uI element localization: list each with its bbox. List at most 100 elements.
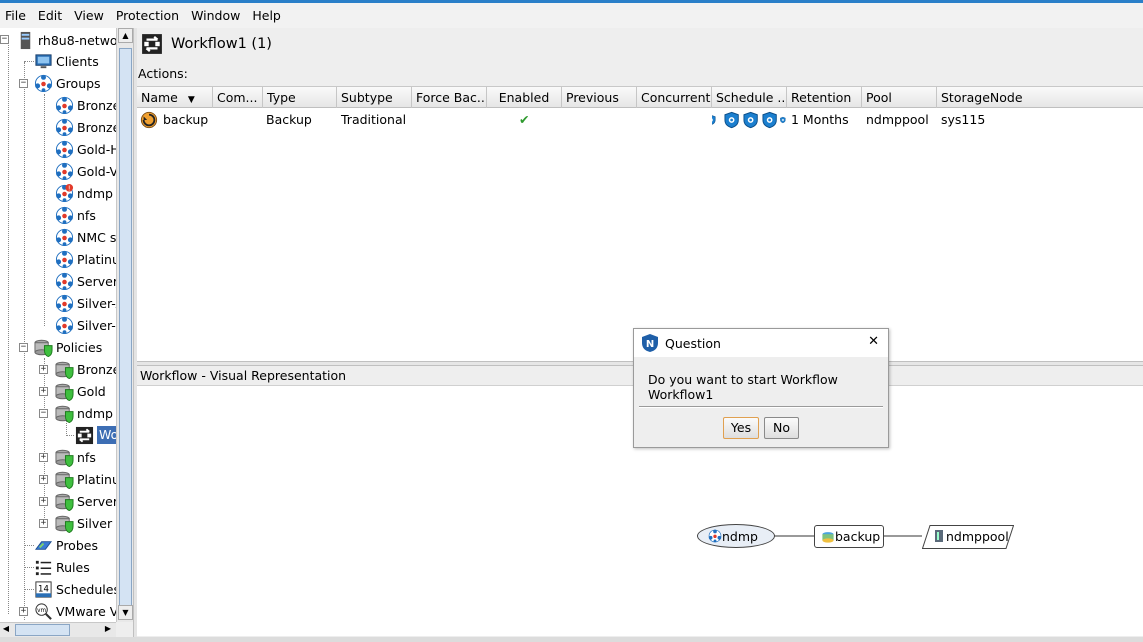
- tree-item-schedules[interactable]: 14 Schedules: [34, 578, 116, 600]
- tree-horizontal-scrollbar[interactable]: ◀ ▶: [0, 622, 116, 637]
- table-row[interactable]: backup: [140, 110, 208, 130]
- tree-root[interactable]: rh8u8-network: [16, 29, 116, 51]
- group-icon: [34, 74, 53, 93]
- tree-item-policies[interactable]: Policies: [34, 336, 102, 358]
- column-name[interactable]: Name ▼: [137, 87, 213, 108]
- tree-item-group-silver-f[interactable]: Silver-F: [55, 314, 116, 336]
- menu-window[interactable]: Window: [186, 3, 247, 28]
- menu-file[interactable]: File: [0, 3, 33, 28]
- menu-edit[interactable]: Edit: [33, 3, 69, 28]
- navigation-tree: − rh8u8-network Clients − Groups Bronze …: [0, 28, 116, 622]
- actions-label: Actions:: [138, 66, 188, 81]
- menu-protection[interactable]: Protection: [111, 3, 186, 28]
- tree-item-group-bronze-1[interactable]: Bronze: [55, 94, 116, 116]
- tree-item-group-server[interactable]: Server: [55, 270, 116, 292]
- column-previous[interactable]: Previous: [562, 87, 637, 108]
- database-shield-icon: [55, 404, 74, 423]
- tree-item-clients[interactable]: Clients: [34, 50, 99, 72]
- tree-item-group-nfs[interactable]: nfs: [55, 204, 96, 226]
- status-strip: [0, 637, 1143, 642]
- dialog-separator: [639, 406, 883, 408]
- monitor-icon: [35, 53, 52, 68]
- tree-item-policy-ndmp[interactable]: ndmp: [55, 402, 113, 424]
- workflow-icon: [141, 33, 163, 55]
- pool-icon: [935, 530, 943, 542]
- schedule-shield-icon: [712, 111, 722, 129]
- tree-item-policy-silver[interactable]: Silver: [55, 512, 112, 534]
- tree-item-workflow1[interactable]: Wo: [75, 424, 116, 446]
- tree-item-group-gold-v[interactable]: Gold-V: [55, 160, 116, 182]
- dialog-titlebar[interactable]: N Question ✕: [634, 329, 888, 357]
- column-force-backup[interactable]: Force Bac...: [412, 87, 487, 108]
- tree-item-policy-gold[interactable]: Gold: [55, 380, 106, 402]
- workflow-node-pool[interactable]: ndmppool: [922, 525, 1014, 549]
- scroll-left-arrow-icon[interactable]: ◀: [0, 624, 12, 633]
- scrollbar-thumb[interactable]: [119, 48, 132, 610]
- group-icon: [55, 294, 74, 313]
- tree-item-policy-platinum[interactable]: Platinu: [55, 468, 116, 490]
- server-icon: [20, 31, 31, 49]
- svg-text:N: N: [646, 339, 654, 350]
- column-pool[interactable]: Pool: [862, 87, 937, 108]
- column-comment[interactable]: Com...: [213, 87, 263, 108]
- svg-text:vm: vm: [37, 607, 46, 613]
- actions-table: Name ▼ Com... Type Subtype Force Bac... …: [137, 86, 1143, 361]
- tree-item-policy-nfs[interactable]: nfs: [55, 446, 96, 468]
- tree-item-probes[interactable]: Probes: [34, 534, 98, 556]
- column-subtype[interactable]: Subtype: [337, 87, 412, 108]
- workflow-title: Workflow1 (1): [141, 31, 272, 57]
- scroll-right-arrow-icon[interactable]: ▶: [102, 624, 114, 633]
- group-icon: [55, 250, 74, 269]
- calendar-icon: 14: [35, 580, 52, 598]
- menu-view[interactable]: View: [69, 3, 111, 28]
- dialog-message: Do you want to start Workflow Workflow1: [648, 372, 838, 402]
- backup-action-icon: [140, 111, 158, 129]
- column-storage-node[interactable]: StorageNode: [937, 87, 1143, 108]
- tree-item-group-nmc[interactable]: NMC s: [55, 226, 116, 248]
- schedule-shield-icon: [743, 111, 758, 129]
- scroll-down-arrow-icon[interactable]: ▼: [118, 605, 133, 620]
- workflow-icon: [75, 426, 94, 445]
- sort-down-icon: ▼: [187, 95, 195, 105]
- tree-item-group-bronze-2[interactable]: Bronze: [55, 116, 116, 138]
- yes-button[interactable]: Yes: [723, 417, 759, 439]
- tree-item-groups[interactable]: Groups: [34, 72, 101, 94]
- tree-item-vmware[interactable]: vm VMware Vi: [34, 600, 116, 622]
- database-shield-icon: [55, 470, 74, 489]
- tree-vertical-scrollbar[interactable]: ▲ ▼: [116, 28, 133, 622]
- tree-item-policy-bronze[interactable]: Bronze: [55, 358, 116, 380]
- enabled-check-icon: ✔: [519, 112, 530, 127]
- workflow-node-action[interactable]: backup: [814, 525, 884, 548]
- app-logo-icon: N: [642, 334, 658, 352]
- group-icon: [55, 206, 74, 225]
- hscrollbar-thumb[interactable]: [15, 624, 70, 636]
- column-schedule[interactable]: Schedule ...: [712, 87, 787, 108]
- tree-item-rules[interactable]: Rules: [34, 556, 90, 578]
- tree-item-group-platinum[interactable]: Platinu: [55, 248, 116, 270]
- database-shield-icon: [34, 338, 53, 357]
- column-retention[interactable]: Retention: [787, 87, 862, 108]
- group-icon: [55, 118, 74, 137]
- menu-help[interactable]: Help: [247, 3, 288, 28]
- close-icon[interactable]: ✕: [868, 334, 879, 349]
- workflow-node-group[interactable]: ndmp: [697, 524, 775, 548]
- column-concurrent[interactable]: Concurrent: [637, 87, 712, 108]
- tree-item-group-gold-h[interactable]: Gold-H: [55, 138, 116, 160]
- no-button[interactable]: No: [764, 417, 799, 439]
- svg-text:!: !: [68, 184, 71, 192]
- column-enabled[interactable]: Enabled: [487, 87, 562, 108]
- vm-search-icon: vm: [35, 602, 52, 620]
- database-shield-icon: [55, 360, 74, 379]
- column-type[interactable]: Type: [263, 87, 337, 108]
- cell-type: Backup: [266, 112, 312, 127]
- probe-icon: [34, 540, 53, 550]
- group-icon: [55, 228, 74, 247]
- tree-root-label: rh8u8-network: [38, 32, 116, 48]
- tree-item-group-silver-a[interactable]: Silver-A: [55, 292, 116, 314]
- cell-schedule: [712, 110, 786, 130]
- tree-item-group-ndmp[interactable]: ! ndmp: [55, 182, 113, 204]
- table-header: Name ▼ Com... Type Subtype Force Bac... …: [137, 87, 1143, 108]
- database-shield-icon: [55, 448, 74, 467]
- scroll-up-arrow-icon[interactable]: ▲: [118, 28, 133, 43]
- tree-item-policy-server[interactable]: Server: [55, 490, 116, 512]
